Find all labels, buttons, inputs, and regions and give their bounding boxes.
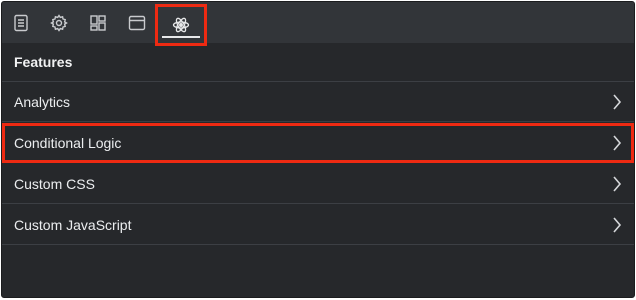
- section-title: Features: [2, 43, 634, 82]
- tab-layout[interactable]: [79, 2, 117, 43]
- tab-window[interactable]: [118, 2, 156, 43]
- window-icon: [128, 15, 146, 30]
- row-conditional-logic[interactable]: Conditional Logic: [2, 123, 634, 163]
- layout-grid-icon: [90, 14, 106, 31]
- row-custom-javascript[interactable]: Custom JavaScript: [2, 205, 634, 245]
- row-label: Custom CSS: [14, 175, 95, 192]
- row-label: Conditional Logic: [14, 135, 122, 151]
- chevron-right-icon: [613, 217, 622, 233]
- chevron-right-icon: [613, 94, 622, 110]
- tab-features[interactable]: [155, 4, 207, 46]
- features-panel: Features Analytics Conditional Logic Cus…: [1, 1, 635, 298]
- row-label: Custom JavaScript: [14, 216, 132, 233]
- row-label: Analytics: [14, 93, 71, 110]
- tab-settings[interactable]: [40, 2, 78, 43]
- chevron-right-icon: [613, 135, 622, 151]
- tab-bar: [2, 2, 634, 46]
- atom-icon: [172, 17, 190, 33]
- tab-document[interactable]: [2, 2, 40, 43]
- chevron-right-icon: [613, 176, 622, 192]
- row-custom-css[interactable]: Custom CSS: [2, 164, 634, 204]
- document-icon: [14, 14, 28, 31]
- gear-icon: [50, 13, 68, 32]
- row-analytics[interactable]: Analytics: [2, 82, 634, 122]
